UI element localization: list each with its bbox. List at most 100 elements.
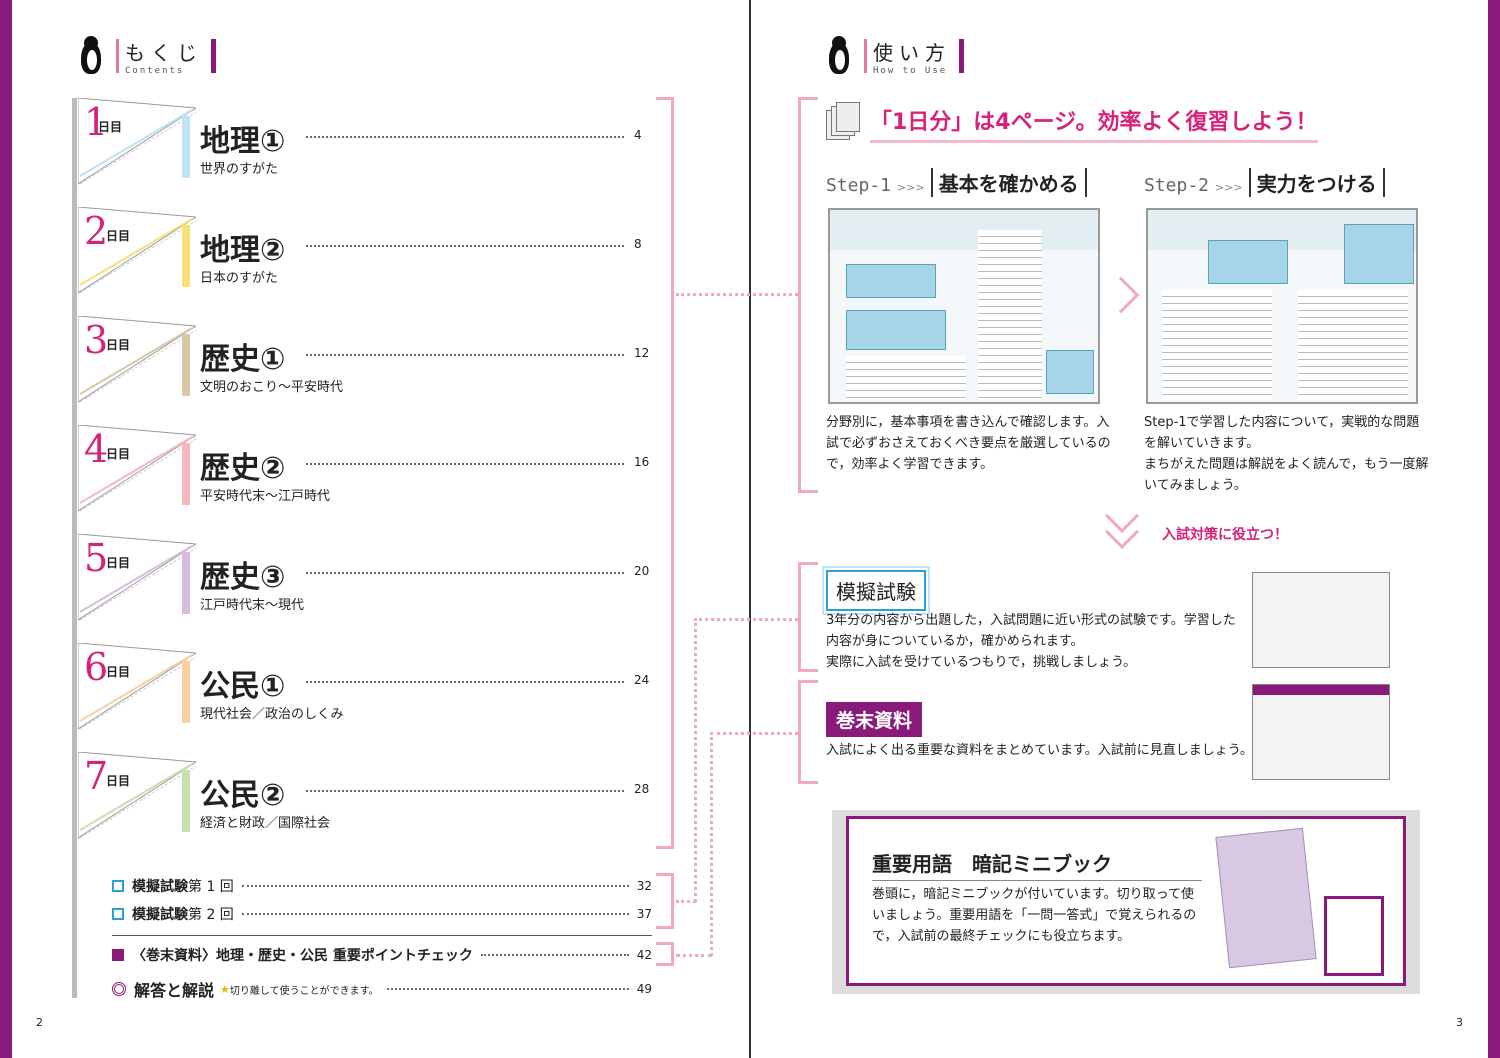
toc-note: 切り離して使うことができます。 — [229, 985, 379, 997]
toc-day-6[interactable]: 6 日目 公民① 24 現代社会／政治のしくみ — [78, 643, 658, 743]
step2-description: Step-1で学習した内容について，実戦的な問題 を解いていきます。 まちがえた… — [1144, 415, 1429, 493]
subject-color-bar — [182, 661, 190, 723]
star-icon: ★ — [220, 982, 230, 996]
subject-title: 公民① — [200, 669, 286, 704]
subject-title: 地理② — [200, 233, 286, 268]
mock-exam-title: 模擬試験 — [826, 570, 926, 611]
howto-header: 使い方 How to Use — [826, 36, 972, 76]
toc-item-mock-exam-1[interactable]: 模擬試験 第 1 回 32 — [112, 876, 652, 896]
toc-sub: 第 1 回 — [188, 879, 234, 895]
toc-sub: 第 2 回 — [188, 907, 234, 923]
toc-day-5[interactable]: 5 日目 歴史③ 20 江戸時代末～現代 — [78, 534, 658, 634]
toc-item-answers[interactable]: 解答と解説 ★ 切り離して使うことができます。 49 — [112, 977, 652, 1001]
day-unit: 日目 — [106, 774, 131, 788]
toc-day-1[interactable]: 1 日目 地理① 4 世界のすがた — [78, 98, 658, 198]
left-page-border — [0, 0, 12, 1058]
toc-page: 28 — [634, 782, 650, 796]
book-spine — [749, 0, 751, 1058]
toc-page: 12 — [634, 346, 650, 360]
toc-page: 42 — [636, 948, 652, 962]
document-stack-icon — [826, 102, 862, 142]
right-page-border — [1488, 0, 1500, 1058]
subject-color-bar — [182, 770, 190, 832]
subject-title: 歴史② — [200, 451, 286, 486]
bracket-mock-exam — [798, 562, 818, 672]
subject-description: 現代社会／政治のしくみ — [200, 707, 344, 722]
toc-page: 24 — [634, 673, 650, 687]
contents-title: もくじ — [125, 40, 203, 65]
header-bar — [864, 39, 867, 73]
filled-square-icon — [112, 949, 124, 961]
subject-color-bar — [182, 443, 190, 505]
minibook-card-image — [1215, 827, 1317, 969]
day-number: 3 — [84, 318, 109, 362]
subject-title: 歴史① — [200, 342, 286, 377]
toc-page: 37 — [636, 907, 652, 921]
subject-description: 江戸時代末～現代 — [200, 598, 305, 613]
penguin-icon — [78, 36, 104, 76]
square-icon — [112, 880, 124, 892]
connector-dots — [676, 293, 798, 296]
appendix-title: 巻末資料 — [826, 702, 923, 737]
subject-color-bar — [182, 225, 190, 287]
step2-label: Step-2 >>> 実力をつける — [1144, 168, 1385, 197]
toc-page: 32 — [636, 879, 652, 893]
toc-item-appendix[interactable]: 〈巻末資料〉地理・歴史・公民 重要ポイントチェック 42 — [112, 945, 652, 965]
contents-header: もくじ Contents — [78, 36, 224, 76]
header-bar — [116, 39, 119, 73]
step1-description: 分野別に，基本事項を書き込んで確認します。入 試で必ずおさえておくべき要点を厳選… — [826, 415, 1111, 472]
step1-title: 基本を確かめる — [930, 168, 1087, 197]
minibook-description: 巻頭に，暗記ミニブックが付いています。切り取って使 いましょう。重要用語を「一問… — [872, 887, 1197, 944]
day-unit: 日目 — [98, 120, 123, 134]
square-icon — [112, 908, 124, 920]
subject-title: 歴史③ — [200, 560, 286, 595]
bracket-steps — [798, 97, 818, 493]
subject-description: 経済と財政／国際社会 — [200, 816, 331, 831]
toc-day-3[interactable]: 3 日目 歴史① 12 文明のおこり～平安時代 — [78, 316, 658, 416]
step1-label: Step-1 >>> 基本を確かめる — [826, 168, 1087, 197]
day-number: 6 — [84, 645, 109, 689]
step2-title: 実力をつける — [1248, 168, 1385, 197]
toc-day-2[interactable]: 2 日目 地理② 8 日本のすがた — [78, 207, 658, 307]
bracket-appendix — [656, 942, 674, 966]
howto-title: 使い方 — [873, 40, 951, 65]
day-unit: 日目 — [106, 229, 131, 243]
subject-description: 世界のすがた — [200, 162, 279, 177]
toc-page: 4 — [634, 128, 642, 142]
step1-thumbnail — [828, 208, 1100, 404]
header-bar — [959, 39, 964, 73]
toc-page: 16 — [634, 455, 650, 469]
toc-label: 模擬試験 — [132, 879, 188, 895]
subject-description: 日本のすがた — [200, 271, 279, 286]
subject-color-bar — [182, 334, 190, 396]
appendix-description: 入試によく出る重要な資料をまとめています。入試前に見直しましょう。 — [826, 743, 1253, 758]
toc-day-4[interactable]: 4 日目 歴史② 16 平安時代末～江戸時代 — [78, 425, 658, 525]
toc-page: 20 — [634, 564, 650, 578]
day-number: 2 — [84, 209, 109, 253]
header-bar — [211, 39, 216, 73]
subject-title: 地理① — [200, 124, 286, 159]
page-number-left: 2 — [36, 1016, 43, 1029]
mock-exam-thumbnail — [1252, 572, 1390, 668]
page-number-right: 3 — [1456, 1016, 1463, 1029]
day-unit: 日目 — [106, 556, 131, 570]
toc-page: 8 — [634, 237, 642, 251]
bracket-appendix-right — [798, 680, 818, 784]
subject-title: 公民② — [200, 778, 286, 813]
minibook-title: 重要用語 暗記ミニブック — [872, 852, 1112, 876]
appendix-thumbnail — [1252, 684, 1390, 780]
bracket-mock — [656, 873, 674, 929]
toc-day-7[interactable]: 7 日目 公民② 28 経済と財政／国際社会 — [78, 752, 658, 852]
subject-description: 文明のおこり～平安時代 — [200, 380, 344, 395]
howto-subtitle: How to Use — [873, 65, 948, 76]
subject-color-bar — [182, 116, 190, 178]
contents-subtitle: Contents — [125, 65, 185, 76]
step2-thumbnail — [1146, 208, 1418, 404]
bracket-days — [656, 97, 674, 849]
subject-color-bar — [182, 552, 190, 614]
mock-exam-description: 3年分の内容から出題した，入試問題に近い形式の試験です。学習した 内容が身につい… — [826, 613, 1236, 670]
day-number: 4 — [84, 427, 109, 471]
divider — [112, 935, 652, 936]
subject-description: 平安時代末～江戸時代 — [200, 489, 331, 504]
toc-item-mock-exam-2[interactable]: 模擬試験 第 2 回 37 — [112, 904, 652, 924]
